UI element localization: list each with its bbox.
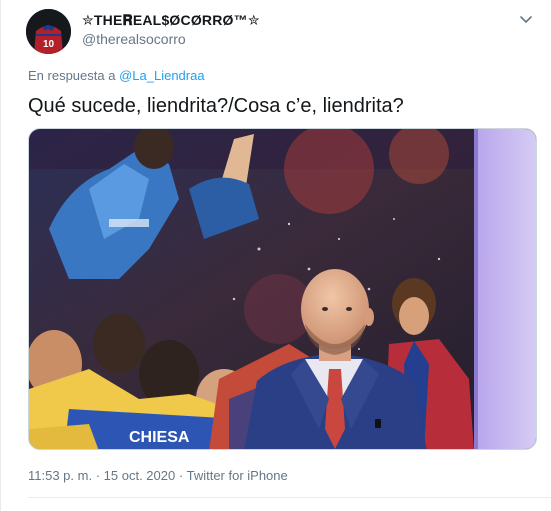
author-display-name[interactable]: ✮THE𝐑EAL$ØCØRRØ™✮ [82,12,260,29]
meta-separator: · [95,468,101,483]
author-handle[interactable]: @therealsocorro [82,31,186,47]
reply-context: En respuesta a @La_Liendraa [28,68,205,83]
tweet-media-photo[interactable]: CHIESA [28,128,537,450]
avatar-jersey-number: 10 [43,39,55,50]
reply-prefix: En respuesta a [28,68,116,83]
jersey-text: CHIESA [129,429,190,446]
avatar[interactable]: 10 [26,9,71,54]
avatar-image: 10 [26,9,71,54]
chevron-down-icon[interactable] [519,12,533,23]
divider [28,497,551,498]
meta-separator: · [178,468,184,483]
tweet-meta: 11:53 p. m. · 15 oct. 2020 · Twitter for… [28,468,288,483]
tv-studio-photo: CHIESA [29,129,536,449]
tweet-text: Qué sucede, liendrita?/Cosa c’e, liendri… [28,95,404,117]
tweet-date[interactable]: 15 oct. 2020 [104,468,176,483]
tweet-source[interactable]: Twitter for iPhone [187,468,288,483]
reply-to-link[interactable]: @La_Liendraa [119,68,204,83]
tweet-card: 10 ✮THE𝐑EAL$ØCØRRØ™✮ @therealsocorro En … [0,0,551,511]
tweet-timestamp[interactable]: 11:53 p. m. [28,468,92,483]
